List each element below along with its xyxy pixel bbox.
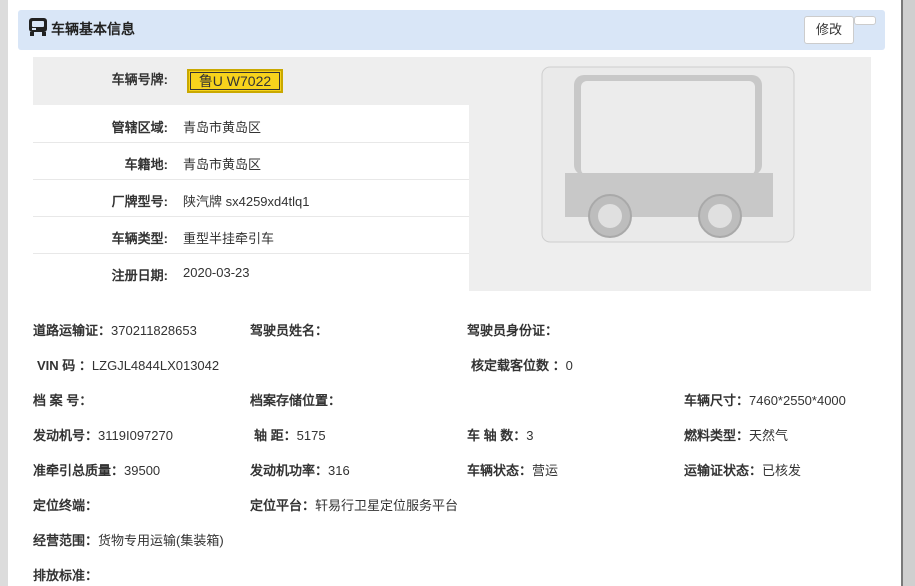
detail-vin: VIN 码 ：LZGJL4844LX013042 xyxy=(37,355,219,374)
toolbar-button[interactable] xyxy=(854,16,876,25)
detail-engine-no: 发动机号：3119I097270 xyxy=(33,425,173,444)
info-row-register-date: 注册日期: 2020-03-23 xyxy=(33,254,469,290)
detail-archive-location: 档案存储位置： xyxy=(250,390,341,409)
detail-value: 3119I097270 xyxy=(98,428,173,443)
dialog-title: 车辆基本信息 xyxy=(51,21,135,37)
detail-value: 5175 xyxy=(296,428,326,443)
detail-label: 排放标准： xyxy=(33,568,99,583)
detail-wheelbase: 轴 距：5175 xyxy=(254,425,326,444)
backdrop-right xyxy=(903,0,915,586)
row-value: 陕汽牌 sx4259xd4tlq1 xyxy=(183,194,310,209)
row-label: 厂牌型号: xyxy=(111,194,168,209)
plate-label: 车辆号牌: xyxy=(111,72,168,87)
detail-value: 营运 xyxy=(532,463,559,478)
detail-business-scope: 经营范围：货物专用运输(集装箱) xyxy=(33,530,224,549)
detail-value: 370211828653 xyxy=(111,323,197,338)
detail-label: 燃料类型： xyxy=(684,428,750,443)
detail-label: 轴 距： xyxy=(254,428,297,443)
detail-value: 已核发 xyxy=(762,463,802,478)
info-row-jurisdiction: 管辖区域: 青岛市黄岛区 xyxy=(33,106,469,143)
detail-label: 发动机功率： xyxy=(250,463,329,478)
detail-vehicle-size: 车辆尺寸：7460*2550*4000 xyxy=(684,390,846,409)
detail-value: 货物专用运输(集装箱) xyxy=(98,533,224,548)
detail-label: 发动机号： xyxy=(33,428,99,443)
detail-vehicle-status: 车辆状态：营运 xyxy=(467,460,558,479)
detail-seats: 核定载客位数 ：0 xyxy=(471,355,573,374)
detail-transport-cert: 道路运输证：370211828653 xyxy=(33,320,197,339)
row-label: 车辆类型: xyxy=(111,231,168,246)
detail-driver-name: 驾驶员姓名： xyxy=(250,320,328,339)
detail-engine-power: 发动机功率：316 xyxy=(250,460,350,479)
dialog-header: 车辆基本信息 修改 xyxy=(18,10,885,50)
detail-label: 定位终端： xyxy=(33,498,99,513)
detail-label: 经营范围： xyxy=(33,533,99,548)
detail-driver-id: 驾驶员身份证： xyxy=(467,320,558,339)
detail-label: VIN 码 ： xyxy=(37,358,92,373)
detail-value: 39500 xyxy=(124,463,161,478)
detail-value: 天然气 xyxy=(749,428,789,443)
row-label: 车籍地: xyxy=(124,157,168,172)
info-row-vehicle-type: 车辆类型: 重型半挂牵引车 xyxy=(33,217,469,254)
info-row-registration-place: 车籍地: 青岛市黄岛区 xyxy=(33,143,469,180)
detail-positioning-platform: 定位平台：轩易行卫星定位服务平台 xyxy=(250,495,458,514)
detail-label: 车 轴 数： xyxy=(467,428,527,443)
detail-towing-mass: 准牵引总质量：39500 xyxy=(33,460,160,479)
detail-label: 车辆尺寸： xyxy=(684,393,750,408)
info-row-model: 厂牌型号: 陕汽牌 sx4259xd4tlq1 xyxy=(33,180,469,217)
row-label: 注册日期: xyxy=(111,268,168,283)
vehicle-info-dialog: 车辆基本信息 修改 车辆号牌: 鲁U W7022 管辖区域: 青岛市黄岛区 车籍… xyxy=(8,0,901,586)
vehicle-photo-placeholder xyxy=(469,57,871,291)
detail-label: 驾驶员姓名： xyxy=(250,323,329,338)
detail-value: 316 xyxy=(328,463,350,478)
detail-transport-cert-status: 运输证状态：已核发 xyxy=(684,460,801,479)
detail-positioning-terminal: 定位终端： xyxy=(33,495,98,514)
detail-axles: 车 轴 数：3 xyxy=(467,425,533,444)
row-value: 青岛市黄岛区 xyxy=(183,157,262,172)
detail-label: 准牵引总质量： xyxy=(33,463,125,478)
vehicle-icon xyxy=(29,18,47,36)
detail-label: 道路运输证： xyxy=(33,323,112,338)
detail-label: 车辆状态： xyxy=(467,463,533,478)
detail-label: 档案存储位置： xyxy=(250,393,342,408)
detail-label: 运输证状态： xyxy=(684,463,763,478)
license-plate: 鲁U W7022 xyxy=(187,69,283,93)
detail-value: 3 xyxy=(526,428,534,443)
row-value: 重型半挂牵引车 xyxy=(183,231,275,246)
truck-icon xyxy=(541,66,795,243)
backdrop-left xyxy=(0,0,8,586)
detail-value: 轩易行卫星定位服务平台 xyxy=(315,498,459,513)
basic-info-section: 车辆号牌: 鲁U W7022 管辖区域: 青岛市黄岛区 车籍地: 青岛市黄岛区 … xyxy=(33,57,871,291)
detail-archive-no: 档 案 号： xyxy=(33,390,92,409)
detail-value: 7460*2550*4000 xyxy=(749,393,846,408)
row-label: 管辖区域: xyxy=(111,120,168,135)
detail-value: LZGJL4844LX013042 xyxy=(91,358,220,373)
detail-label: 驾驶员身份证： xyxy=(467,323,559,338)
plate-row: 车辆号牌: 鲁U W7022 xyxy=(33,57,469,105)
detail-label: 定位平台： xyxy=(250,498,316,513)
detail-label: 档 案 号： xyxy=(33,393,93,408)
edit-button[interactable]: 修改 xyxy=(804,16,854,44)
detail-fuel-type: 燃料类型：天然气 xyxy=(684,425,788,444)
row-value: 青岛市黄岛区 xyxy=(183,120,262,135)
detail-value: 0 xyxy=(565,358,573,373)
detail-emission-standard: 排放标准： xyxy=(33,565,98,584)
detail-label: 核定载客位数 ： xyxy=(471,358,566,373)
row-value: 2020-03-23 xyxy=(183,265,250,280)
